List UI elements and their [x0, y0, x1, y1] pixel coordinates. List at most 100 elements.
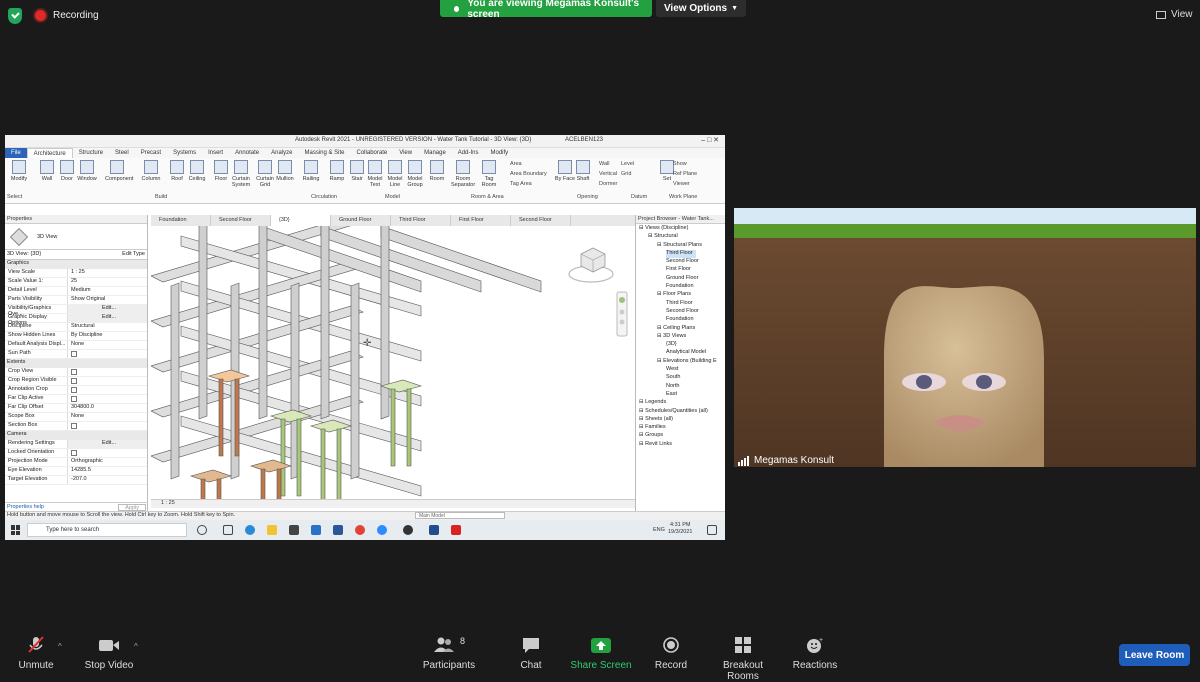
checkbox[interactable] [71, 396, 77, 402]
task-view-icon[interactable] [223, 525, 233, 535]
browser-item[interactable]: ⊟ Structural Plans [636, 242, 725, 250]
menu-tab-steel[interactable]: Steel [109, 148, 135, 158]
property-row[interactable]: Target Elevation -207.0 [5, 476, 147, 485]
property-row[interactable]: Projection Mode Orthographic [5, 458, 147, 467]
browser-item[interactable]: ⊟ Structural [636, 233, 725, 241]
property-row[interactable]: Show Hidden Lines By Discipline [5, 332, 147, 341]
property-value[interactable]: None [67, 341, 147, 349]
ribbon-small-ref-plane[interactable]: Ref Plane [673, 171, 697, 177]
ribbon-modify-button[interactable]: Modify [7, 160, 31, 182]
menu-tab-systems[interactable]: Systems [167, 148, 202, 158]
checkbox[interactable] [71, 369, 77, 375]
property-value[interactable]: Show Original [67, 296, 147, 304]
property-row[interactable]: Visibility/Graphics Ove... Edit... [5, 305, 147, 317]
browser-item[interactable]: South [636, 374, 725, 382]
menu-tab-architecture[interactable]: Architecture [26, 148, 73, 158]
properties-section-graphics[interactable]: Graphics [5, 260, 147, 269]
checkbox[interactable] [71, 351, 77, 357]
word-icon[interactable] [333, 525, 343, 535]
scale-value[interactable]: 1 : 25 [161, 500, 175, 506]
zoom-icon[interactable] [377, 525, 387, 535]
instance-filter[interactable]: 3D View: {3D} [7, 251, 41, 258]
revit-user[interactable]: ACELBEN123 [565, 137, 603, 143]
ribbon-component-button[interactable]: Component [105, 160, 133, 182]
browser-item[interactable]: Third Floor [636, 300, 725, 308]
browser-item[interactable]: West [636, 366, 725, 374]
property-row[interactable]: Far Clip Active [5, 395, 147, 404]
property-value[interactable] [67, 422, 147, 430]
ribbon-small-area-boundary[interactable]: Area Boundary [510, 171, 547, 177]
view-tab[interactable]: First Floor [451, 215, 511, 226]
ribbon-small-dormer[interactable]: Dormer [599, 181, 617, 187]
property-value[interactable]: Edit... [67, 440, 147, 448]
view-tab[interactable]: {3D} [271, 215, 331, 226]
viewcube-icon[interactable] [568, 247, 614, 283]
property-value[interactable] [67, 350, 147, 358]
browser-item[interactable]: Foundation [636, 283, 725, 291]
property-row[interactable]: Section Box [5, 422, 147, 431]
ribbon-small-area[interactable]: Area [510, 161, 522, 167]
property-value[interactable] [67, 449, 147, 457]
3d-viewport[interactable]: ✛ [151, 226, 635, 499]
property-value[interactable] [67, 395, 147, 403]
ribbon-small-vertical[interactable]: Vertical [599, 171, 617, 177]
ribbon-room-button[interactable]: Room [425, 160, 449, 182]
properties-section-camera[interactable]: Camera [5, 431, 147, 440]
checkbox[interactable] [71, 378, 77, 384]
windows-start-icon[interactable] [11, 525, 21, 535]
property-row[interactable]: Default Analysis Displ... None [5, 341, 147, 350]
video-options-chevron-icon[interactable]: ^ [134, 642, 138, 651]
ribbon-mullion-button[interactable]: Mullion [273, 160, 297, 182]
browser-item[interactable]: ⊟ Families [636, 424, 725, 432]
ribbon-small-tag-area[interactable]: Tag Area [510, 181, 532, 187]
browser-item[interactable]: ⊟ Sheets (all) [636, 416, 725, 424]
ribbon-model-group-button[interactable]: Model Group [403, 160, 427, 188]
property-row[interactable]: Scope Box None [5, 413, 147, 422]
notification-icon[interactable] [707, 525, 717, 535]
taskbar-clock[interactable]: 4:31 PM 19/3/2021 [668, 522, 692, 536]
chat-button[interactable]: Chat [516, 636, 546, 671]
menu-tab-collaborate[interactable]: Collaborate [351, 148, 394, 158]
cortana-icon[interactable] [197, 525, 207, 535]
ribbon-small-viewer[interactable]: Viewer [673, 181, 690, 187]
property-value[interactable]: None [67, 413, 147, 421]
ribbon-window-button[interactable]: Window [75, 160, 99, 182]
menu-tab-manage[interactable]: Manage [418, 148, 452, 158]
ribbon-tag-room-button[interactable]: Tag Room [477, 160, 501, 188]
property-row[interactable]: Scale Value 1: 25 [5, 278, 147, 287]
ribbon-ceiling-button[interactable]: Ceiling [185, 160, 209, 182]
menu-tab-annotate[interactable]: Annotate [229, 148, 265, 158]
ribbon-shaft-button[interactable]: Shaft [571, 160, 595, 182]
browser-item[interactable]: ⊟ Groups [636, 432, 725, 440]
browser-item[interactable]: ⊟ Elevations (Building E [636, 358, 725, 366]
properties-help-link[interactable]: Properties help [7, 504, 44, 511]
property-value[interactable]: 1 : 25 [67, 269, 147, 277]
browser-item[interactable]: ⊟ Floor Plans [636, 291, 725, 299]
ribbon-small-level[interactable]: Level [621, 161, 634, 167]
checkbox[interactable] [71, 423, 77, 429]
property-row[interactable]: Crop View [5, 368, 147, 377]
view-tab[interactable]: Third Floor [391, 215, 451, 226]
properties-section-extents[interactable]: Extents [5, 359, 147, 368]
property-value[interactable] [67, 368, 147, 376]
view-tab[interactable]: Second Floor [211, 215, 271, 226]
participants-button[interactable]: 8 Participants [420, 636, 478, 671]
browser-item[interactable]: First Floor [636, 266, 725, 274]
browser-item[interactable]: Foundation [636, 316, 725, 324]
checkbox[interactable] [71, 450, 77, 456]
menu-tab-add-ins[interactable]: Add-Ins [452, 148, 485, 158]
browser-item[interactable]: ⊟ Schedules/Quantities (all) [636, 408, 725, 416]
app-icon[interactable] [403, 525, 413, 535]
browser-item[interactable]: East [636, 391, 725, 399]
property-value[interactable]: Medium [67, 287, 147, 295]
property-row[interactable]: Far Clip Offset 304800.0 [5, 404, 147, 413]
menu-tab-precast[interactable]: Precast [135, 148, 167, 158]
property-row[interactable]: Discipline Structural [5, 323, 147, 332]
property-row[interactable]: Sun Path [5, 350, 147, 359]
edge-icon[interactable] [245, 525, 255, 535]
property-value[interactable]: Orthographic [67, 458, 147, 466]
browser-item[interactable]: ⊟ Revit Links [636, 441, 725, 449]
ribbon-small-wall[interactable]: Wall [599, 161, 610, 167]
menu-tab-structure[interactable]: Structure [73, 148, 109, 158]
property-value[interactable] [67, 377, 147, 385]
